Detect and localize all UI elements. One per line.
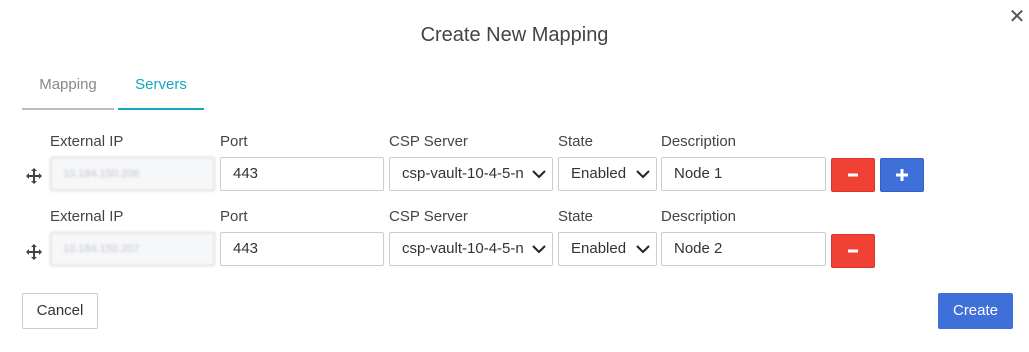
tab-bar: Mapping Servers bbox=[22, 74, 1012, 110]
move-arrows-icon[interactable] bbox=[26, 168, 42, 184]
move-arrows-icon[interactable] bbox=[26, 244, 42, 260]
csp-server-label: CSP Server bbox=[389, 133, 468, 150]
description-input[interactable]: Node 1 bbox=[661, 157, 826, 191]
port-input[interactable]: 443 bbox=[220, 157, 384, 191]
remove-row-button[interactable] bbox=[831, 234, 875, 268]
state-select[interactable]: Enabled bbox=[558, 232, 657, 266]
state-value: Enabled bbox=[571, 165, 627, 182]
external-ip-input[interactable]: 10.184.150.206 bbox=[50, 157, 215, 191]
state-label: State bbox=[558, 208, 594, 225]
csp-server-value: csp-vault-10-4-5-n bbox=[402, 240, 524, 257]
csp-server-select[interactable]: csp-vault-10-4-5-n bbox=[389, 232, 553, 266]
chevron-down-icon bbox=[532, 245, 546, 254]
state-select[interactable]: Enabled bbox=[558, 157, 657, 191]
tab-servers[interactable]: Servers bbox=[118, 74, 204, 110]
external-ip-label: External IP bbox=[50, 208, 124, 225]
minus-icon bbox=[848, 173, 858, 177]
tab-mapping[interactable]: Mapping bbox=[22, 74, 114, 110]
state-label: State bbox=[558, 133, 594, 150]
port-label: Port bbox=[220, 208, 248, 225]
state-value: Enabled bbox=[571, 240, 627, 257]
chevron-down-icon bbox=[532, 170, 546, 179]
port-input[interactable]: 443 bbox=[220, 232, 384, 266]
external-ip-input[interactable]: 10.184.150.207 bbox=[50, 232, 215, 266]
port-label: Port bbox=[220, 133, 248, 150]
external-ip-label: External IP bbox=[50, 133, 124, 150]
chevron-down-icon bbox=[636, 245, 650, 254]
description-input[interactable]: Node 2 bbox=[661, 232, 826, 266]
description-label: Description bbox=[661, 208, 737, 225]
csp-server-label: CSP Server bbox=[389, 208, 468, 225]
create-button[interactable]: Create bbox=[938, 293, 1013, 329]
remove-row-button[interactable] bbox=[831, 158, 875, 192]
chevron-down-icon bbox=[636, 170, 650, 179]
cancel-button[interactable]: Cancel bbox=[22, 293, 98, 329]
add-row-button[interactable] bbox=[880, 158, 924, 192]
plus-icon bbox=[896, 169, 908, 181]
description-label: Description bbox=[661, 133, 737, 150]
minus-icon bbox=[848, 249, 858, 253]
dialog-title: Create New Mapping bbox=[420, 24, 609, 46]
csp-server-select[interactable]: csp-vault-10-4-5-n bbox=[389, 157, 553, 191]
csp-server-value: csp-vault-10-4-5-n bbox=[402, 165, 524, 182]
